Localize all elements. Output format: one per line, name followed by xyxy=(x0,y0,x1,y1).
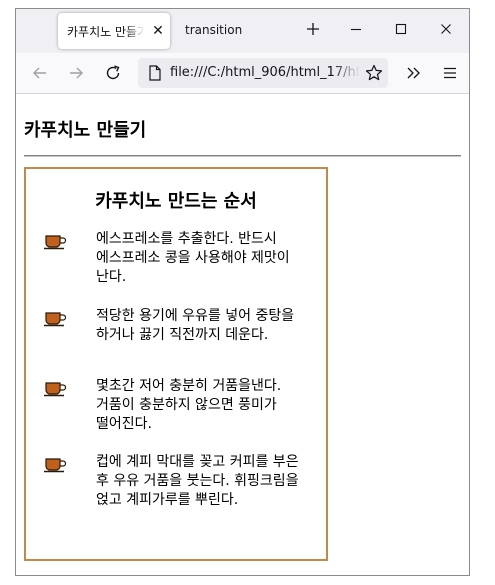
reload-icon[interactable] xyxy=(103,63,123,83)
divider xyxy=(24,155,461,157)
coffee-cup-icon xyxy=(44,382,67,397)
minimize-icon[interactable] xyxy=(346,19,366,39)
chevron-double-right-icon[interactable] xyxy=(404,63,424,83)
coffee-cup-icon xyxy=(44,235,67,250)
step-text: 적당한 용기에 우유를 넣어 중탕을 하거나 끓기 직전까지 데운다. xyxy=(96,308,295,343)
address-bar[interactable]: file:///C:/html_906/html_17/ht_ xyxy=(138,58,388,88)
back-arrow-icon[interactable] xyxy=(30,63,50,83)
coffee-cup-icon xyxy=(44,458,67,473)
step-text: 몇초간 저어 충분히 거품을낸다. 거품이 충분하지 않으면 풍미가 떨어진다. xyxy=(96,378,282,432)
recipe-box: 카푸치노 만드는 순서 에스프레소를 추출한다. 반드시 에스프레소 콩을 사용… xyxy=(24,167,328,561)
plus-icon[interactable] xyxy=(303,19,323,39)
page-title: 카푸치노 만들기 xyxy=(24,120,147,141)
navigation-bar: file:///C:/html_906/html_17/ht_ xyxy=(16,53,469,94)
tab-close-icon[interactable]: ✕ xyxy=(150,23,166,39)
step-text: 에스프레소를 추출한다. 반드시 에스프레소 콩을 사용해야 제맛이 난다. xyxy=(96,231,290,285)
address-text[interactable]: file:///C:/html_906/html_17/ht_ xyxy=(170,65,360,80)
page-content: 카푸치노 만들기 카푸치노 만드는 순서 에스프레소를 추출한다. 반드시 에스… xyxy=(16,94,469,575)
tab-active-title: 카푸치노 만들기 xyxy=(67,25,145,39)
browser-window: 카푸치노 만들기 ✕ transition file:///C:/html_90… xyxy=(15,8,470,576)
step-text: 컵에 계피 막대를 꽂고 커피를 부은 후 우유 거품을 붓는다. 휘핑크림을 … xyxy=(96,454,299,508)
close-icon[interactable] xyxy=(436,19,456,39)
maximize-icon[interactable] xyxy=(391,19,411,39)
tab-active[interactable]: 카푸치노 만들기 ✕ xyxy=(58,13,170,49)
tab-strip: 카푸치노 만들기 ✕ transition xyxy=(16,9,469,53)
page-icon xyxy=(149,65,161,81)
forward-arrow-icon[interactable] xyxy=(66,63,86,83)
hamburger-menu-icon[interactable] xyxy=(440,63,460,83)
tab-transition[interactable]: transition xyxy=(185,23,242,37)
star-icon[interactable] xyxy=(364,63,384,83)
coffee-cup-icon xyxy=(44,312,67,327)
recipe-box-title: 카푸치노 만드는 순서 xyxy=(95,191,257,212)
